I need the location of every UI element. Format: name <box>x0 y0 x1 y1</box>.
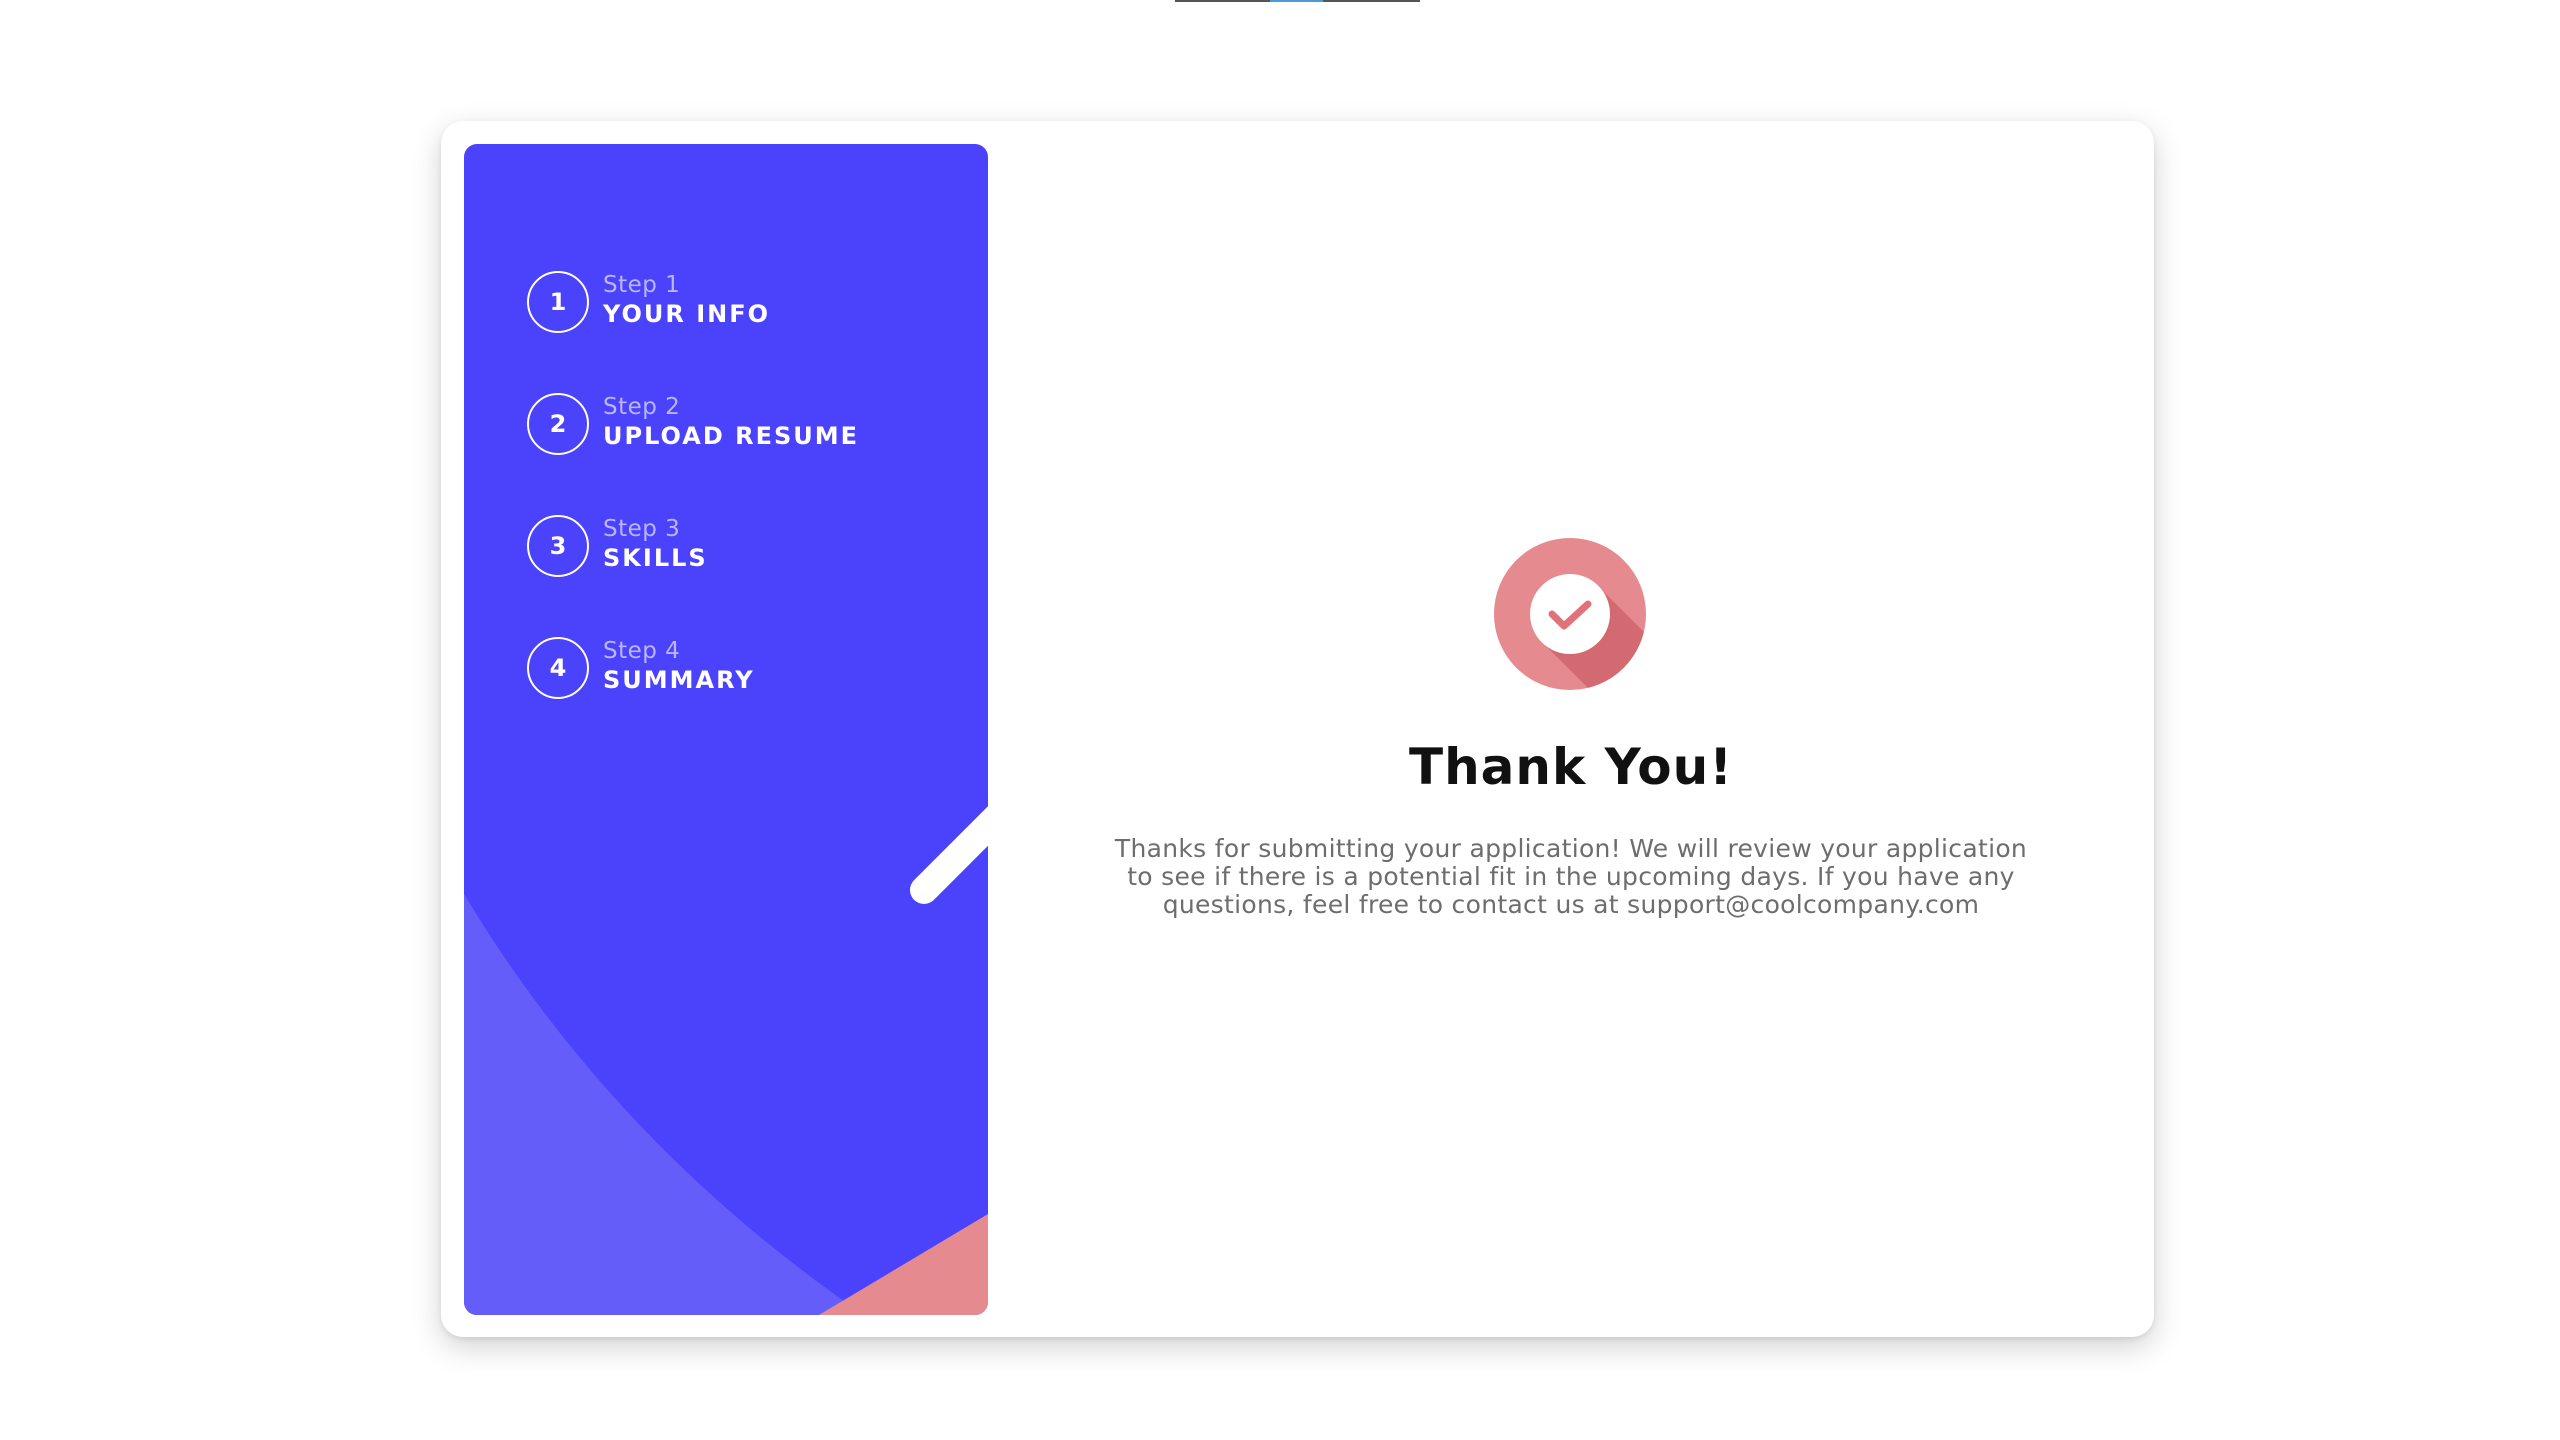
steps-list: 1 Step 1 YOUR INFO 2 Step 2 UPLOAD RESUM… <box>527 271 967 759</box>
steps-sidebar: 1 Step 1 YOUR INFO 2 Step 2 UPLOAD RESUM… <box>464 144 988 1315</box>
top-tab-active-indicator <box>1270 0 1323 2</box>
step-number-circle: 2 <box>527 393 589 455</box>
step-item-your-info[interactable]: 1 Step 1 YOUR INFO <box>527 271 967 333</box>
step-item-upload-resume[interactable]: 2 Step 2 UPLOAD RESUME <box>527 393 967 455</box>
confirmation-title: Thank You! <box>1408 738 1734 796</box>
sidebar-slash-decoration <box>910 806 988 904</box>
sidebar-light-wave <box>464 894 864 1315</box>
step-title: SUMMARY <box>603 666 755 694</box>
step-texts: Step 4 SUMMARY <box>603 637 755 695</box>
step-texts: Step 1 YOUR INFO <box>603 271 770 329</box>
step-number-circle: 1 <box>527 271 589 333</box>
step-title: UPLOAD RESUME <box>603 422 860 450</box>
step-texts: Step 2 UPLOAD RESUME <box>603 393 859 451</box>
step-item-summary[interactable]: 4 Step 4 SUMMARY <box>527 637 967 699</box>
application-card: 1 Step 1 YOUR INFO 2 Step 2 UPLOAD RESUM… <box>441 121 2154 1337</box>
step-title: SKILLS <box>603 544 708 572</box>
sidebar-accent-triangle <box>819 1214 988 1315</box>
step-label: Step 1 <box>603 272 681 298</box>
step-texts: Step 3 SKILLS <box>603 515 708 573</box>
confirmation-message: Thanks for submitting your application! … <box>1114 834 2028 919</box>
step-item-skills[interactable]: 3 Step 3 SKILLS <box>527 515 967 577</box>
step-title: YOUR INFO <box>603 300 771 328</box>
top-tab-indicator <box>1175 0 1420 2</box>
step-number-circle: 4 <box>527 637 589 699</box>
step-label: Step 2 <box>603 394 681 420</box>
confirmation-panel: Thank You! Thanks for submitting your ap… <box>988 121 2154 1337</box>
step-label: Step 3 <box>603 516 681 542</box>
check-icon <box>1494 538 1646 690</box>
step-label: Step 4 <box>603 638 681 664</box>
step-number-circle: 3 <box>527 515 589 577</box>
